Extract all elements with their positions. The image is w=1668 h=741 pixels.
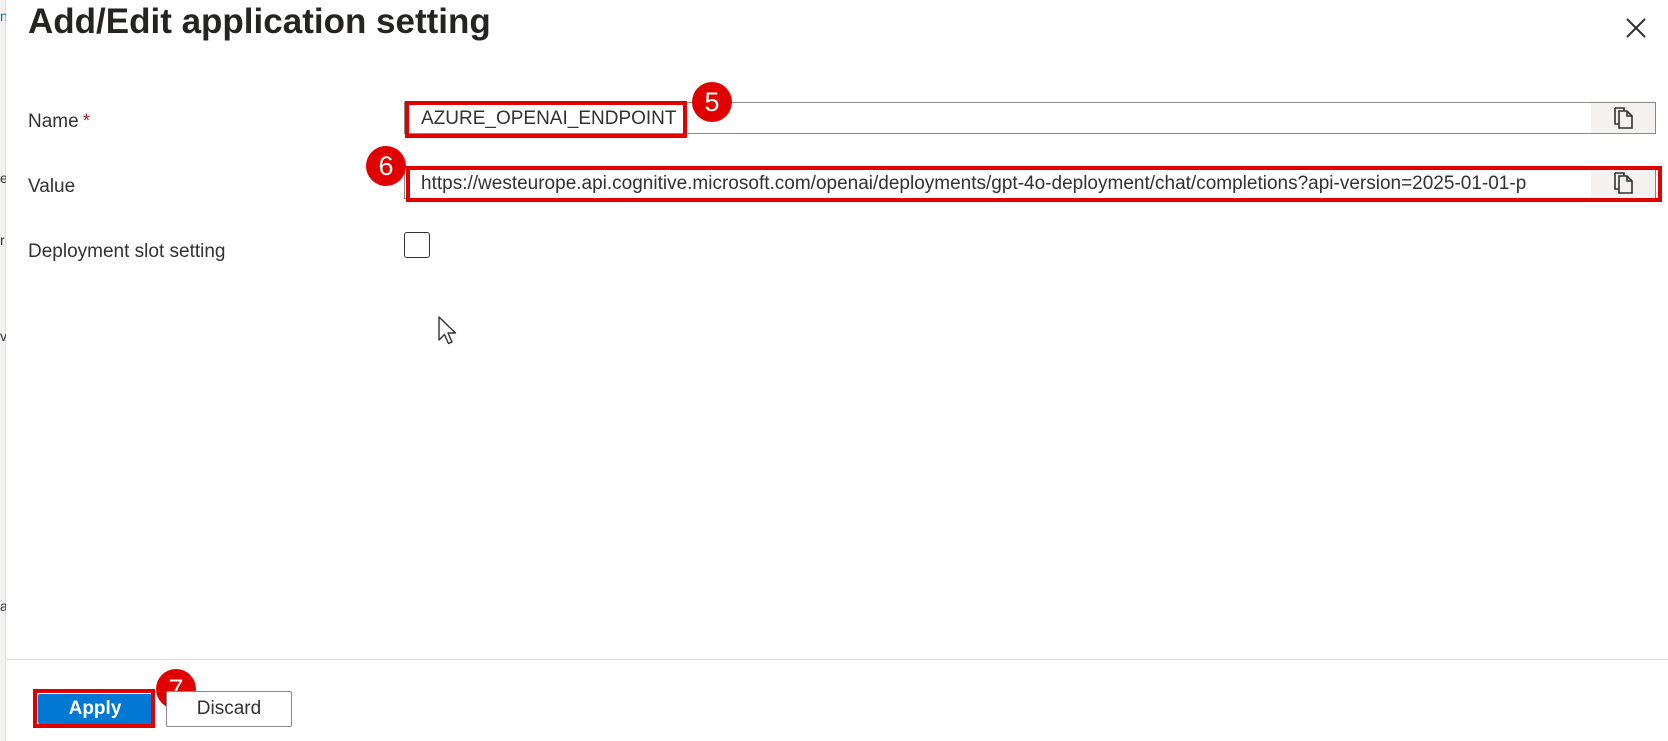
name-copy-button[interactable] xyxy=(1591,103,1655,133)
panel-title: Add/Edit application setting xyxy=(28,2,491,41)
name-field-label: Name * xyxy=(28,111,90,133)
name-label-text: Name xyxy=(28,111,79,132)
discard-button[interactable]: Discard xyxy=(166,691,292,727)
required-marker: * xyxy=(82,111,91,132)
value-input[interactable]: https://westeurope.api.cognitive.microso… xyxy=(404,167,1656,199)
mouse-cursor-icon xyxy=(438,316,457,345)
copy-icon xyxy=(1614,172,1633,194)
copy-icon xyxy=(1614,107,1633,129)
close-icon xyxy=(1626,18,1646,38)
step-badge-6: 6 xyxy=(366,146,406,186)
apply-button[interactable]: Apply xyxy=(38,694,152,724)
name-input[interactable]: AZURE_OPENAI_ENDPOINT xyxy=(404,102,1656,134)
value-copy-button[interactable] xyxy=(1591,168,1655,198)
deployment-slot-label: Deployment slot setting xyxy=(28,241,226,262)
background-text-fragment: r xyxy=(0,232,5,248)
name-input-value[interactable]: AZURE_OPENAI_ENDPOINT xyxy=(421,103,1583,133)
value-input-value[interactable]: https://westeurope.api.cognitive.microso… xyxy=(421,168,1583,198)
deployment-slot-checkbox[interactable] xyxy=(404,232,430,258)
close-button[interactable] xyxy=(1620,12,1652,44)
step-badge-5: 5 xyxy=(692,82,732,122)
footer-divider xyxy=(6,659,1668,660)
value-field-label: Value xyxy=(28,176,76,197)
